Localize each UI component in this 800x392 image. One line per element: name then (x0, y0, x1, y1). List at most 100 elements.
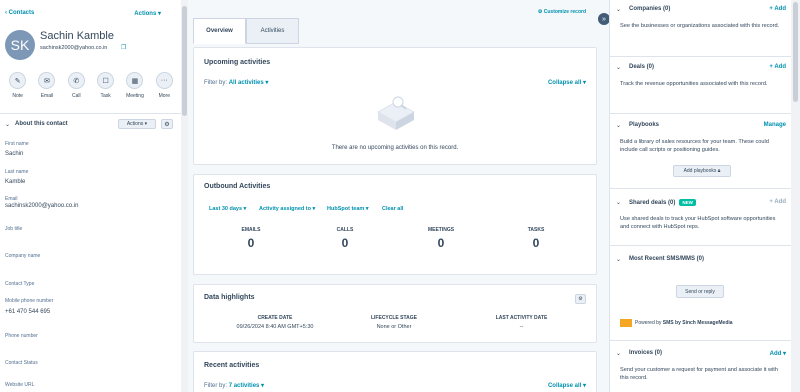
collapse-all-button[interactable]: Collapse all ▾ (548, 382, 586, 389)
meeting-action-button[interactable]: ▦ Meeting (122, 72, 148, 99)
chevron-down-icon: ⌄ (616, 200, 622, 206)
copy-icon[interactable]: ❐ (121, 44, 127, 51)
field-label: First name (5, 141, 29, 147)
email-action-button[interactable]: ✉ Email (34, 72, 60, 99)
empty-state-text: There are no upcoming activities on this… (331, 145, 459, 151)
divider (610, 340, 791, 341)
lock-icon: 🔒︎ (717, 168, 721, 174)
more-action-button[interactable]: ··· More (151, 72, 177, 99)
activity-filter-dropdown[interactable]: All activities ▾ (229, 80, 269, 86)
task-icon: ☐ (97, 72, 115, 89)
add-shared-deal-button[interactable]: + Add (769, 199, 786, 205)
team-filter[interactable]: HubSpot team ▾ (327, 206, 369, 212)
gear-icon[interactable]: ⚙ (575, 294, 586, 304)
more-icon: ··· (155, 72, 173, 89)
about-title: About this contact (15, 121, 68, 127)
task-action-button[interactable]: ☐ Task (93, 72, 119, 99)
stat-meetings: MEETINGS 0 (427, 227, 455, 250)
messagemedia-logo-icon (620, 319, 632, 327)
outbound-activities-card: Outbound Activities Last 30 days ▾ Activ… (193, 174, 597, 275)
note-action-button[interactable]: ✎ Note (5, 72, 31, 99)
section-header[interactable]: ⌄ Most Recent SMS/MMS (0) (610, 250, 791, 268)
data-highlights-card: Data highlights ⚙ CREATE DATE 09/26/2024 … (193, 284, 597, 343)
tab-overview[interactable]: Overview (193, 18, 246, 44)
section-header[interactable]: ⌄ Playbooks Manage (610, 116, 791, 134)
back-to-contacts-link[interactable]: ‹ Contacts (5, 10, 34, 16)
left-scrollbar[interactable] (181, 0, 188, 392)
scrollbar-thumb[interactable] (182, 6, 187, 116)
contact-email: sachinsk2000@yahoo.co.in (40, 45, 108, 51)
upcoming-activities-card: Upcoming activities Filter by: All activ… (193, 47, 597, 165)
about-section-header[interactable]: ⌄ About this contact Actions ▾ ⚙ (0, 113, 181, 133)
stat-tasks: TASKS 0 (527, 227, 545, 250)
recent-activities-card: Recent activities Filter by: 7 activitie… (193, 351, 597, 392)
field-label: Company name (5, 253, 41, 259)
chevron-down-icon: ⌄ (616, 351, 622, 357)
note-icon: ✎ (9, 72, 27, 89)
divider (610, 188, 791, 189)
divider (610, 245, 791, 246)
field-value-email[interactable]: sachinsk2000@yahoo.co.in (5, 203, 78, 209)
call-icon: ✆ (67, 72, 85, 89)
highlight-create-date: CREATE DATE 09/26/2024 8:40 AM GMT+5:30 (236, 315, 314, 330)
quick-actions: ✎ Note ✉ Email ✆ Call ☐ Task ▦ Meeting ··· Mor… (0, 72, 181, 99)
main-content: Overview Activities ⚙ Customize record U… (193, 0, 597, 392)
card-title: Data highlights (204, 294, 255, 301)
collapse-all-button[interactable]: Collapse all ▾ (548, 79, 586, 86)
about-actions-button[interactable]: Actions ▾ (118, 119, 156, 129)
stat-calls: CALLS 0 (336, 227, 354, 250)
add-invoice-button[interactable]: Add ▾ (770, 350, 786, 357)
field-value-first-name[interactable]: Sachin (5, 151, 23, 157)
divider (610, 56, 791, 57)
section-header[interactable]: ⌄ Companies (0) + Add (610, 0, 791, 18)
record-tabs: Overview Activities (193, 18, 597, 44)
add-playbooks-button[interactable]: Add playbooks 🔒︎ (673, 165, 731, 177)
field-label: Contact Status (5, 360, 38, 366)
section-header[interactable]: ⌄ Shared deals (0) NEW + Add (610, 193, 791, 211)
meeting-icon: ▦ (126, 72, 144, 89)
section-header[interactable]: ⌄ Deals (0) + Add (610, 58, 791, 76)
highlight-last-activity: LAST ACTIVITY DATE -- (495, 315, 548, 330)
contact-sidebar: ‹ Contacts Actions ▾ SK Sachin Kamble sa… (0, 0, 182, 392)
avatar: SK (5, 30, 35, 60)
gear-icon[interactable]: ⚙ (161, 119, 173, 129)
scrollbar-thumb[interactable] (793, 2, 798, 102)
divider (610, 113, 791, 114)
contact-actions-menu[interactable]: Actions ▾ (134, 10, 161, 17)
powered-by: Powered by SMS by Sinch MessageMedia (620, 319, 733, 327)
date-range-filter[interactable]: Last 30 days ▾ (209, 206, 246, 212)
right-scrollbar[interactable] (791, 0, 800, 392)
field-label: Mobile phone number (5, 298, 54, 304)
empty-state-illustration-icon (376, 96, 416, 130)
contact-name: Sachin Kamble (40, 30, 114, 42)
field-label: Contact Type (5, 281, 35, 287)
chevron-down-icon: ⌄ (616, 123, 622, 129)
outbound-stats: EMAILS 0 CALLS 0 MEETINGS 0 TASKS 0 (194, 227, 596, 257)
send-or-reply-button[interactable]: Send or reply (676, 285, 724, 298)
assigned-to-filter[interactable]: Activity assigned to ▾ (259, 206, 315, 212)
card-title: Outbound Activities (204, 183, 271, 190)
field-label: Job title (5, 226, 23, 232)
card-title: Recent activities (204, 362, 260, 369)
field-value-last-name[interactable]: Kamble (5, 179, 25, 185)
highlight-lifecycle-stage: LIFECYCLE STAGE None or Other (370, 315, 418, 330)
new-badge: NEW (679, 199, 696, 206)
customize-record-link[interactable]: ⚙ Customize record (538, 9, 586, 15)
chevron-down-icon: ⌄ (5, 122, 11, 128)
chevron-down-icon: ⌄ (616, 65, 622, 71)
tab-activities[interactable]: Activities (246, 18, 299, 44)
manage-playbooks-button[interactable]: Manage (764, 122, 786, 128)
activity-filter-dropdown[interactable]: 7 activities ▾ (229, 383, 264, 389)
add-company-button[interactable]: + Add (769, 6, 786, 12)
clear-all-button[interactable]: Clear all (382, 206, 403, 212)
call-action-button[interactable]: ✆ Call (63, 72, 89, 99)
stat-emails: EMAILS 0 (241, 227, 261, 250)
association-sidebar: ⌄ Companies (0) + Add See the businesses o… (609, 0, 791, 392)
add-deal-button[interactable]: + Add (769, 64, 786, 70)
field-value-mobile-phone[interactable]: +61 470 544 695 (5, 309, 50, 315)
chevron-down-icon: ⌄ (616, 257, 622, 263)
email-icon: ✉ (38, 72, 56, 89)
field-label: Email (5, 196, 18, 202)
chevron-down-icon: ⌄ (616, 7, 622, 13)
section-header[interactable]: ⌄ Invoices (0) Add ▾ (610, 344, 791, 362)
